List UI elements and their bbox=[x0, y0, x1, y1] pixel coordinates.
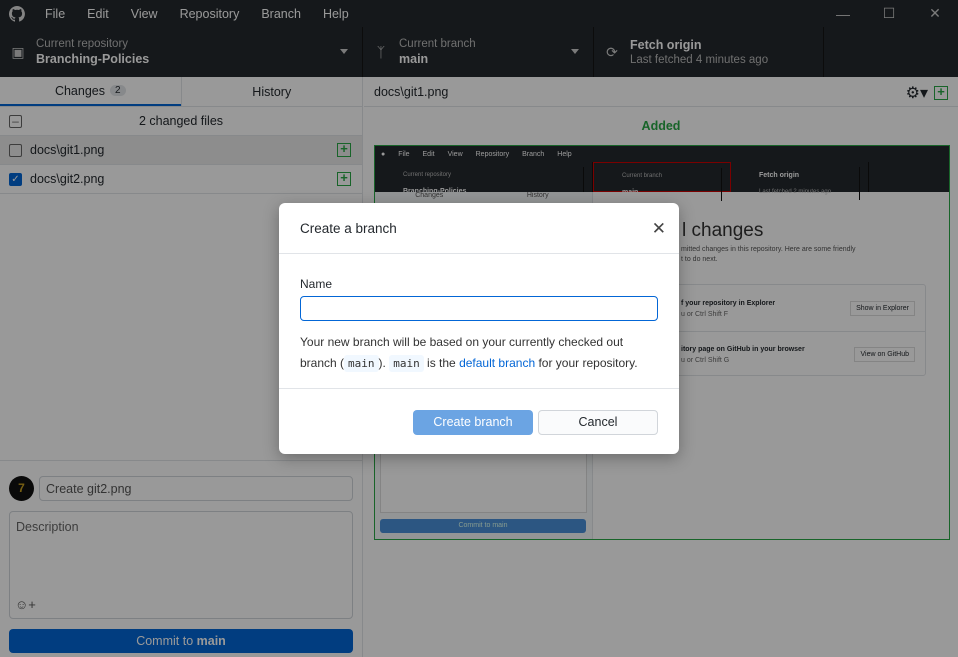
dialog-help-text: Your new branch will be based on your cu… bbox=[300, 332, 660, 374]
name-label: Name bbox=[300, 277, 333, 291]
help-text: ). bbox=[378, 356, 390, 370]
help-text: for your repository. bbox=[535, 356, 638, 370]
branch-code: main bbox=[389, 355, 424, 372]
help-text: is the bbox=[423, 356, 460, 370]
create-branch-dialog: Create a branch ✕ Name Your new branch w… bbox=[279, 203, 679, 454]
branch-name-input[interactable] bbox=[300, 296, 658, 321]
cancel-button[interactable]: Cancel bbox=[538, 410, 658, 435]
dialog-title: Create a branch bbox=[300, 220, 397, 236]
default-branch-link[interactable]: default branch bbox=[459, 356, 535, 370]
close-icon[interactable]: ✕ bbox=[652, 219, 666, 239]
create-branch-button[interactable]: Create branch bbox=[413, 410, 533, 435]
branch-code: main bbox=[344, 355, 379, 372]
